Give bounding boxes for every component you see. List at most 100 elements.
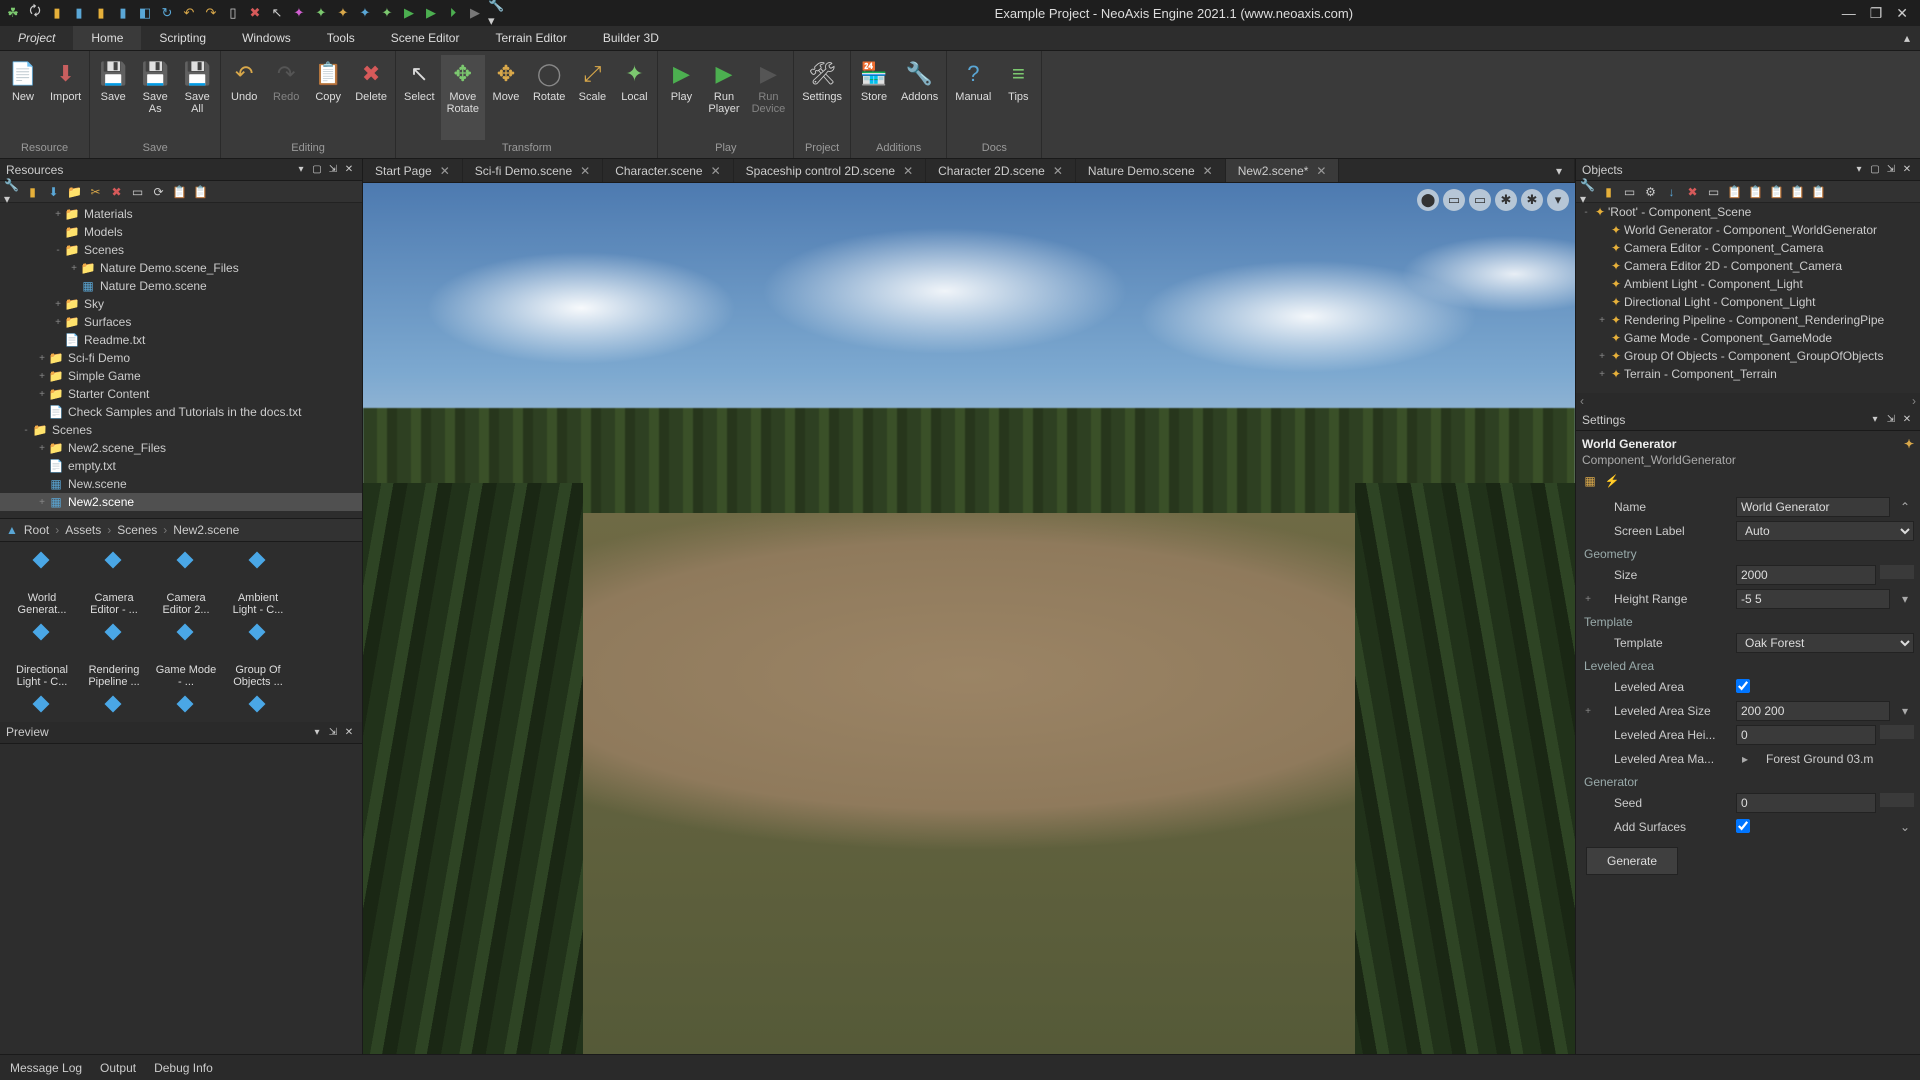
- cut-icon[interactable]: ✂: [88, 184, 103, 199]
- folder-icon[interactable]: 📁: [67, 184, 82, 199]
- size-slider[interactable]: [1880, 565, 1914, 579]
- expand-icon[interactable]: +: [1582, 594, 1594, 605]
- object-row[interactable]: ✦Camera Editor 2D - Component_Camera: [1576, 257, 1920, 275]
- settings-button[interactable]: 🛠Settings: [796, 55, 848, 140]
- status-message-log[interactable]: Message Log: [10, 1061, 82, 1075]
- objects-hscroll[interactable]: ‹›: [1576, 393, 1920, 409]
- collapse-icon[interactable]: ⌃: [1896, 500, 1914, 514]
- object-row[interactable]: ✦Directional Light - Component_Light: [1576, 293, 1920, 311]
- tree-row[interactable]: ▦Nature Demo.scene: [0, 277, 362, 295]
- object-row[interactable]: ✦Ambient Light - Component_Light: [1576, 275, 1920, 293]
- leveled-height-input[interactable]: [1736, 725, 1876, 745]
- template-select[interactable]: Oak Forest: [1736, 633, 1914, 653]
- close-icon[interactable]: ✕: [342, 164, 356, 175]
- minimize-icon[interactable]: —: [1842, 5, 1856, 22]
- thumbnail-grid[interactable]: World Generat...Camera Editor - ...Camer…: [0, 542, 362, 722]
- dropdown-icon[interactable]: ▾: [294, 164, 308, 175]
- page-icon[interactable]: ▯: [224, 4, 242, 22]
- maximize-icon[interactable]: ❐: [1870, 5, 1883, 22]
- redo-icon[interactable]: ↷: [202, 4, 220, 22]
- rename-icon[interactable]: ▭: [1706, 184, 1721, 199]
- thumbnail-item[interactable]: Camera Editor 2...: [152, 550, 220, 618]
- axis-icon[interactable]: ✦: [312, 4, 330, 22]
- document-tab[interactable]: Sci-fi Demo.scene✕: [463, 159, 603, 182]
- pin-icon[interactable]: ⇲: [1884, 164, 1898, 175]
- paste-icon[interactable]: 📋: [1811, 184, 1826, 199]
- overlay-button[interactable]: ✱: [1495, 189, 1517, 211]
- leveled-size-input[interactable]: [1736, 701, 1890, 721]
- reload-icon[interactable]: ↻: [158, 4, 176, 22]
- move-rotate-button[interactable]: ✥Move Rotate: [441, 55, 485, 140]
- document-tab[interactable]: Character.scene✕: [603, 159, 733, 182]
- document-tab[interactable]: Start Page✕: [363, 159, 463, 182]
- tree-row[interactable]: -📁Scenes: [0, 241, 362, 259]
- thumbnail-item[interactable]: Group Of Objects ...: [224, 622, 292, 690]
- paste-icon[interactable]: 📋: [1790, 184, 1805, 199]
- tree-row[interactable]: ▦New.scene: [0, 475, 362, 493]
- tab-scripting[interactable]: Scripting: [141, 26, 224, 50]
- dropdown-icon[interactable]: ▾: [1896, 592, 1914, 606]
- collapse-ribbon-icon[interactable]: ▴: [1894, 26, 1920, 50]
- thumbnail-item[interactable]: [224, 694, 292, 722]
- close-icon[interactable]: ✕: [1053, 164, 1063, 178]
- tree-row[interactable]: 📄Check Samples and Tutorials in the docs…: [0, 403, 362, 421]
- copy-button[interactable]: 📋Copy: [307, 55, 349, 140]
- close-icon[interactable]: ✕: [1896, 5, 1908, 22]
- tree-row[interactable]: +📁Sci-fi Demo: [0, 349, 362, 367]
- cube-icon[interactable]: ◧: [136, 4, 154, 22]
- store-button[interactable]: 🏪Store: [853, 55, 895, 140]
- size-input[interactable]: [1736, 565, 1876, 585]
- down-icon[interactable]: ↓: [1664, 184, 1679, 199]
- pin-icon[interactable]: ⇲: [326, 727, 340, 738]
- cursor-icon[interactable]: ↖: [268, 4, 286, 22]
- tips-button[interactable]: ≡Tips: [997, 55, 1039, 140]
- new-icon[interactable]: ▮: [25, 184, 40, 199]
- paste-icon[interactable]: 📋: [193, 184, 208, 199]
- close-icon[interactable]: ✕: [1900, 164, 1914, 175]
- new-doc-icon[interactable]: ▮: [48, 4, 66, 22]
- twist-icon[interactable]: -: [20, 425, 32, 436]
- tab-tools[interactable]: Tools: [309, 26, 373, 50]
- close-icon[interactable]: ✕: [1316, 164, 1326, 178]
- twist-icon[interactable]: +: [52, 299, 64, 310]
- reload-icon[interactable]: 🗘: [26, 4, 44, 22]
- up-icon[interactable]: ▲: [6, 523, 18, 537]
- slider[interactable]: [1880, 793, 1914, 807]
- expand-icon[interactable]: +: [1582, 706, 1594, 717]
- refresh-icon[interactable]: ⟳: [151, 184, 166, 199]
- tree-row[interactable]: +📁Surfaces: [0, 313, 362, 331]
- dropdown-icon[interactable]: ▾: [1868, 414, 1882, 425]
- play-button[interactable]: ▶Play: [660, 55, 702, 140]
- manual-button[interactable]: ?Manual: [949, 55, 997, 140]
- delete-button[interactable]: ✖Delete: [349, 55, 393, 140]
- expand-icon[interactable]: ⌄: [1896, 820, 1914, 834]
- object-row[interactable]: ✦Camera Editor - Component_Camera: [1576, 239, 1920, 257]
- resources-tree[interactable]: +📁Materials📁Models-📁Scenes+📁Nature Demo.…: [0, 203, 362, 518]
- open-icon[interactable]: ▭: [1622, 184, 1637, 199]
- material-value[interactable]: Forest Ground 03.m: [1760, 752, 1914, 766]
- copy-icon[interactable]: 📋: [172, 184, 187, 199]
- play-icon[interactable]: ⏵: [444, 4, 462, 22]
- name-input[interactable]: [1736, 497, 1890, 517]
- save-as-button[interactable]: 💾Save As: [134, 55, 176, 140]
- delete-icon[interactable]: ✖: [246, 4, 264, 22]
- tree-row[interactable]: +📁Nature Demo.scene_Files: [0, 259, 362, 277]
- screen-label-select[interactable]: Auto: [1736, 521, 1914, 541]
- select-button[interactable]: ↖Select: [398, 55, 441, 140]
- copy-icon[interactable]: 📋: [1748, 184, 1763, 199]
- twist-icon[interactable]: +: [36, 389, 48, 400]
- status-debug-info[interactable]: Debug Info: [154, 1061, 213, 1075]
- copy-icon[interactable]: 📋: [1727, 184, 1742, 199]
- undo-icon[interactable]: ↶: [180, 4, 198, 22]
- component-icon[interactable]: ▦: [1582, 473, 1598, 489]
- axis-icon[interactable]: ✦: [356, 4, 374, 22]
- object-row[interactable]: +✦Rendering Pipeline - Component_Renderi…: [1576, 311, 1920, 329]
- overlay-button[interactable]: ⬤: [1417, 189, 1439, 211]
- thumbnail-item[interactable]: [80, 694, 148, 722]
- close-icon[interactable]: ✕: [1900, 414, 1914, 425]
- run-player-button[interactable]: ▶Run Player: [702, 55, 745, 140]
- overlay-button[interactable]: ✱: [1521, 189, 1543, 211]
- tree-row[interactable]: 📄Readme.txt: [0, 331, 362, 349]
- crumb[interactable]: Assets: [65, 523, 101, 537]
- tree-row[interactable]: +📁New2.scene_Files: [0, 439, 362, 457]
